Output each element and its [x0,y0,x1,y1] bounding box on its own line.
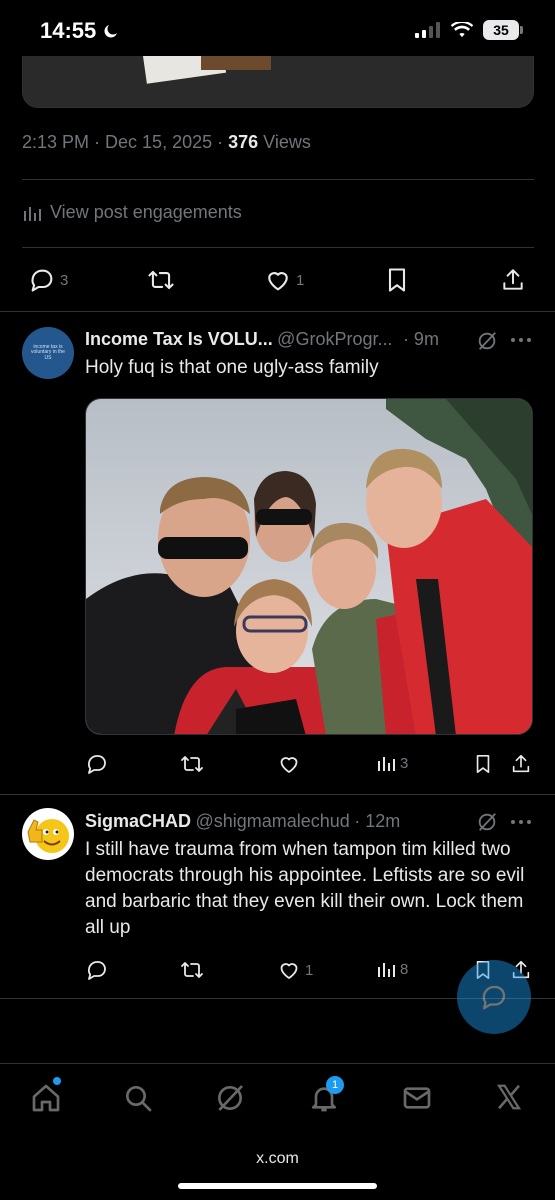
repost-icon[interactable] [179,752,205,776]
repost-button[interactable] [146,266,176,294]
share-icon [503,269,523,290]
grok-icon[interactable] [476,330,498,352]
cellular-signal-icon [415,22,440,38]
display-name[interactable]: SigmaCHAD [85,811,191,831]
post-timestamp: 2:13 PM · Dec 15, 2025 · 376 Views [22,132,311,152]
heart-icon [280,963,298,979]
repost-icon [148,270,174,290]
home-unread-dot [53,1077,61,1085]
heart-icon [268,272,288,291]
engagements-label: View post engagements [50,202,242,222]
reply-header: Income Tax Is VOLU... @GrokProgr... · 9m [85,329,439,350]
analytics-icon [378,963,395,977]
reply-icon[interactable] [85,958,109,982]
user-handle[interactable]: @GrokProgr... [277,329,392,349]
reply-time: · 9m [402,329,439,349]
status-time: 14:55 [40,18,120,44]
mail-icon[interactable] [401,1082,433,1114]
grok-icon[interactable] [214,1082,246,1114]
home-indicator[interactable] [178,1183,377,1189]
like-button[interactable]: 1 [277,958,313,982]
browser-url[interactable]: x.com [0,1150,555,1168]
reply-icon[interactable] [85,752,109,776]
avatar[interactable]: income tax is voluntary in the US [22,327,74,379]
bookmark-button[interactable] [384,266,410,294]
more-options-icon[interactable] [510,818,532,826]
divider [0,794,555,795]
reply-bubble-icon [482,985,506,1010]
grok-icon[interactable] [476,811,498,833]
reply-text: Holy fuq is that one ugly-ass family [85,357,379,378]
moon-icon [104,25,118,38]
search-icon[interactable] [122,1082,154,1114]
bookmark-icon[interactable] [473,752,493,776]
reply-text: I still have trauma from when tampon tim… [85,839,525,938]
compose-reply-button[interactable] [457,960,531,1034]
heart-icon[interactable] [277,752,301,776]
post-media-image[interactable] [22,56,534,108]
wifi-icon [451,22,473,38]
thumbs-up-emoji-avatar [27,819,69,853]
view-engagements-link[interactable]: View post engagements [22,202,242,223]
x-logo-icon[interactable] [494,1082,524,1112]
reply-photo[interactable] [85,398,533,735]
divider [0,311,555,312]
more-options-icon[interactable] [510,336,532,344]
views-button[interactable]: 3 [376,753,408,773]
avatar-text: income tax is voluntary in the US [31,343,65,361]
analytics-icon [378,757,395,771]
battery-indicator: 35 [483,20,523,40]
display-name[interactable]: Income Tax Is VOLU... [85,329,273,349]
reply-time: · 12m [354,811,401,831]
repost-icon[interactable] [179,958,205,982]
bookmark-icon [388,268,406,292]
share-icon[interactable] [510,752,532,776]
user-handle[interactable]: @shigmamalechud [195,811,349,831]
analytics-icon [24,206,41,221]
bottom-nav [0,1063,555,1200]
family-photo-image [86,399,532,734]
reply-header: SigmaCHAD @shigmamalechud · 12m [85,811,400,832]
views-button[interactable]: 8 [376,959,408,979]
reply-button[interactable]: 3 [28,266,68,294]
share-button[interactable] [500,266,526,294]
divider [22,179,534,180]
like-button[interactable]: 1 [264,266,304,294]
reply-icon [31,269,53,292]
views-count: 376 [228,132,259,152]
avatar[interactable] [22,808,74,860]
status-indicators: 35 [415,20,523,40]
home-icon[interactable] [30,1082,62,1114]
divider [22,247,534,248]
notifications-badge: 1 [326,1076,344,1094]
